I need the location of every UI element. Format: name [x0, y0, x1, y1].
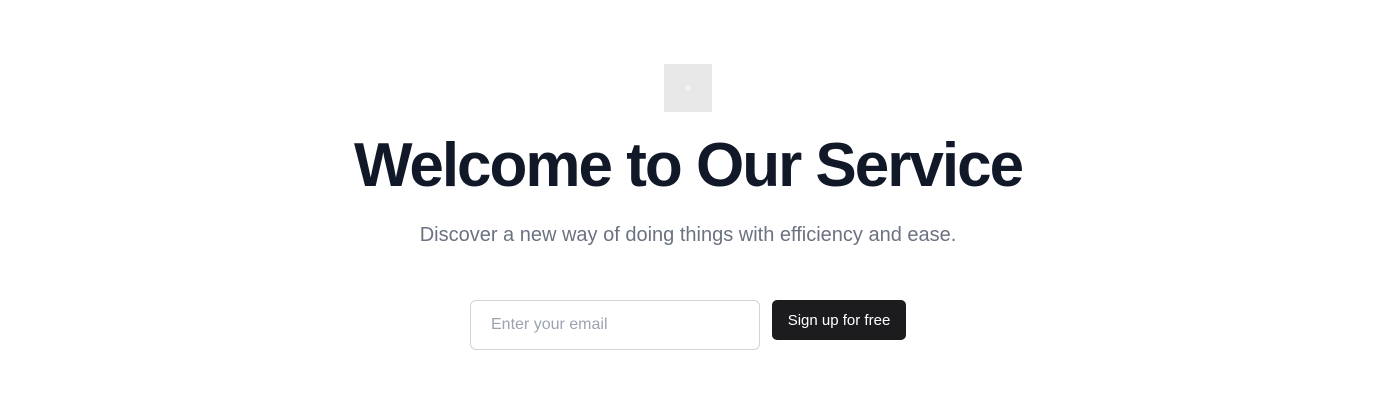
hero-section: Welcome to Our Service Discover a new wa… — [0, 0, 1376, 414]
email-input[interactable] — [470, 300, 760, 350]
placeholder-image-icon — [664, 64, 712, 112]
signup-button[interactable]: Sign up for free — [772, 300, 906, 340]
signup-form: Sign up for free — [470, 300, 906, 350]
page-title: Welcome to Our Service — [353, 131, 1024, 200]
logo-dot — [685, 85, 691, 91]
page-subtitle: Discover a new way of doing things with … — [419, 224, 957, 246]
